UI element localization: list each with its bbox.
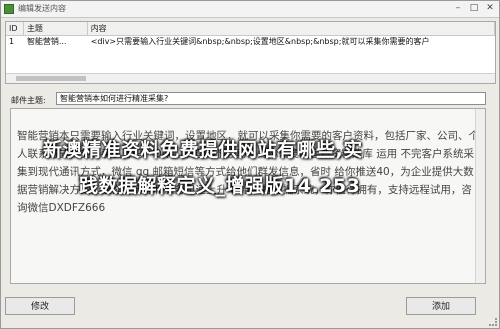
add-button[interactable]: 添加 (406, 297, 476, 315)
app-icon (4, 4, 14, 14)
maximize-icon[interactable]: □ (468, 2, 480, 14)
vertical-scrollbar[interactable] (475, 109, 485, 283)
content-text: 智能营销本只需要输入行业关键词，设置地区，就可以采集你需要的客户资料，包括厂家、… (17, 130, 479, 214)
column-header-content[interactable]: 内容 (88, 22, 495, 35)
edit-button[interactable]: 修改 (5, 297, 75, 315)
column-header-subject[interactable]: 主题 (24, 22, 88, 35)
subject-label: 邮件主题: (11, 96, 46, 105)
resize-grip-icon[interactable] (489, 318, 497, 326)
column-header-id[interactable]: ID (6, 22, 24, 35)
row-subject: 智能营销... (26, 37, 67, 46)
row-id: 1 (9, 37, 15, 46)
close-icon[interactable]: ✕ (484, 2, 496, 14)
list-row[interactable]: 1 智能营销... <div>只需要输入行业关键词&nbsp;&nbsp;设置地… (6, 36, 495, 48)
window-controls: – □ ✕ (452, 2, 496, 14)
row-content: <div>只需要输入行业关键词&nbsp;&nbsp;设置地区&nbsp;&nb… (90, 37, 430, 46)
minimize-icon[interactable]: – (452, 2, 464, 14)
horizontal-scrollbar[interactable] (6, 73, 495, 83)
subject-input[interactable]: 智能营销本如何进行精准采集? (56, 92, 486, 105)
scrollbar-thumb[interactable] (16, 76, 86, 81)
content-editor[interactable]: 智能营销本只需要输入行业关键词，设置地区，就可以采集你需要的客户资料，包括厂家、… (10, 108, 486, 284)
title-bar: 编辑发送内容 – □ ✕ (1, 1, 499, 18)
list-header: ID 主题 内容 (6, 22, 495, 36)
edit-send-content-window: 编辑发送内容 – □ ✕ ID 主题 内容 1 智能营销... <div>只需要… (0, 0, 500, 329)
window-title: 编辑发送内容 (18, 4, 66, 13)
content-list[interactable]: ID 主题 内容 1 智能营销... <div>只需要输入行业关键词&nbsp;… (5, 21, 496, 84)
